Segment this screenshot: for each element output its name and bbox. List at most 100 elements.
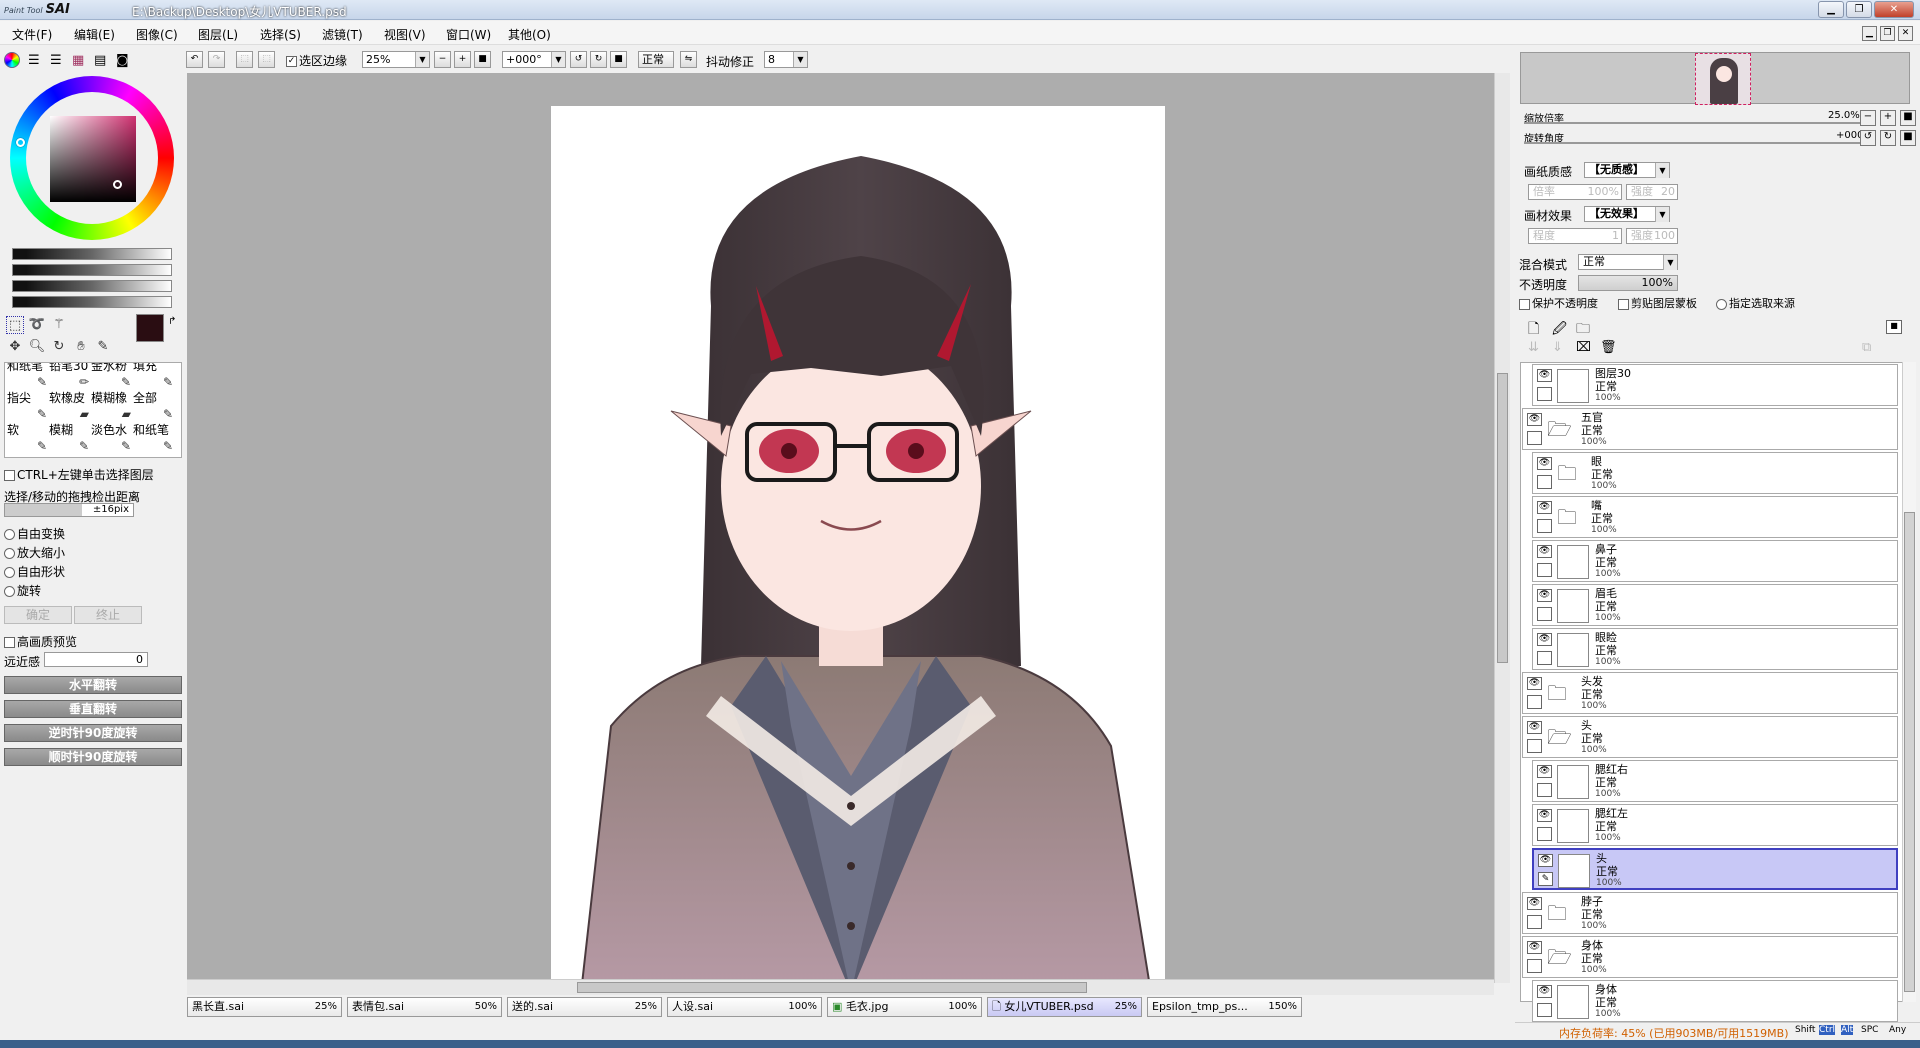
foreground-color-swatch[interactable]: [136, 314, 164, 342]
canvas-artwork[interactable]: [551, 106, 1165, 993]
nav-rotate-right-icon[interactable]: ↻: [1880, 130, 1896, 146]
hsv-slider-tab-icon[interactable]: ☰: [50, 53, 62, 68]
layer-scroll-thumb[interactable]: [1904, 512, 1915, 992]
invert-select-icon[interactable]: ⬚: [258, 51, 275, 68]
eye-icon[interactable]: 👁︎: [1537, 633, 1552, 646]
selection-source-option[interactable]: 指定选取来源: [1716, 295, 1795, 311]
ctrl-click-option[interactable]: CTRL+左键单击选择图层: [4, 466, 154, 483]
nav-rotate-slider[interactable]: [1524, 142, 1860, 144]
material-effect-select[interactable]: 【无效果】 ▼: [1584, 206, 1670, 222]
clipping-mask-option[interactable]: 剪贴图层蒙板: [1618, 295, 1697, 311]
color-palette-tab-icon[interactable]: ◙: [116, 53, 129, 68]
zoom-icon[interactable]: 🔍︎: [28, 338, 46, 356]
redo-icon[interactable]: ↷: [208, 51, 225, 68]
angle-select[interactable]: +000° ▼: [502, 51, 566, 68]
merge-down-icon[interactable]: ⇓: [1552, 340, 1563, 355]
flip-vertical-button[interactable]: 垂直翻转: [4, 700, 182, 718]
drag-distance-slider[interactable]: ±16pix: [4, 503, 134, 517]
swap-colors-icon[interactable]: ↱: [168, 316, 176, 327]
brush-slot[interactable]: 金水粉 ✎: [91, 363, 135, 389]
zoom-out-icon[interactable]: −: [434, 51, 451, 68]
hand-icon[interactable]: ✋︎: [72, 338, 90, 356]
rgb-slider-tab-icon[interactable]: ☰: [28, 53, 40, 68]
brush-slot[interactable]: 软橡皮 ▰: [49, 391, 93, 421]
layer-lock-checkbox[interactable]: [1527, 695, 1542, 709]
brush-slot[interactable]: 铅笔30 ✏: [49, 363, 93, 389]
eye-icon[interactable]: 👁︎: [1527, 413, 1542, 426]
layer-row[interactable]: 👁︎ 图层30 正常 100%: [1532, 364, 1898, 406]
opacity-slider[interactable]: 100%: [1578, 275, 1678, 291]
layer-folder-row[interactable]: 👁︎ 🗀︎ 眼正常 100%: [1532, 452, 1898, 494]
cancel-button[interactable]: 终止: [74, 606, 142, 624]
layer-lock-checkbox[interactable]: [1537, 783, 1552, 797]
layer-panel-menu-icon[interactable]: ■: [1886, 320, 1902, 334]
perspective-slider[interactable]: 0: [44, 652, 148, 667]
rotate-ccw-button[interactable]: 逆时针90度旋转: [4, 724, 182, 742]
horizontal-scroll-thumb[interactable]: [577, 982, 1087, 993]
file-tab-active[interactable]: 🗋︎ 女儿VTUBER.psd 25%: [987, 997, 1142, 1017]
rect-select-icon[interactable]: ⬚: [6, 316, 24, 334]
maximize-button[interactable]: ❐: [1846, 1, 1872, 18]
file-tab[interactable]: 表情包.sai 50%: [347, 997, 502, 1017]
rotate-reset-icon[interactable]: ■: [610, 51, 627, 68]
layer-lock-checkbox[interactable]: [1537, 519, 1552, 533]
canvas-horizontal-scrollbar[interactable]: [187, 979, 1494, 995]
hq-preview-option[interactable]: 高画质预览: [4, 633, 77, 650]
layer-row[interactable]: 👁︎ 腮红右 正常 100%: [1532, 760, 1898, 802]
mode-free-transform[interactable]: 自由变换: [4, 525, 65, 542]
color-wheel-tab-icon[interactable]: [4, 52, 20, 68]
layer-lock-checkbox[interactable]: [1527, 915, 1542, 929]
navigator-viewport-frame[interactable]: [1695, 53, 1751, 105]
layer-lock-checkbox[interactable]: [1537, 563, 1552, 577]
rotate-cw-button[interactable]: 顺时针90度旋转: [4, 748, 182, 766]
layer-lock-checkbox[interactable]: [1527, 431, 1542, 445]
transfer-down-icon[interactable]: ⇊: [1528, 340, 1539, 355]
brush-slot[interactable]: 和纸笔 ✎: [133, 423, 177, 453]
color-slider-4[interactable]: [12, 296, 172, 308]
layer-folder-row[interactable]: 👁︎ 🗀︎ 脖子 正常 100%: [1522, 892, 1898, 934]
blend-mode-select[interactable]: 正常 ▼: [1578, 254, 1678, 270]
layer-property-icon[interactable]: ⧉: [1862, 340, 1871, 355]
swatch-tab-icon[interactable]: ▦: [72, 53, 84, 68]
nav-zoom-in-icon[interactable]: +: [1880, 110, 1896, 126]
eye-icon[interactable]: 👁︎: [1537, 589, 1552, 602]
brush-slot[interactable]: 淡色水 ✎: [91, 423, 135, 453]
brush-slot[interactable]: 软 ✎: [7, 423, 51, 453]
stabilizer-select[interactable]: 8 ▼: [764, 51, 808, 68]
paper-scale-field[interactable]: 倍率 100%: [1528, 184, 1622, 200]
mdi-minimize-icon[interactable]: ▁: [1862, 26, 1877, 41]
brush-slot[interactable]: 填充 ✎: [133, 363, 177, 389]
delete-layer-icon[interactable]: 🗑︎: [1600, 340, 1617, 355]
layer-lock-checkbox[interactable]: [1537, 651, 1552, 665]
canvas-viewport[interactable]: [187, 73, 1507, 993]
mode-scale[interactable]: 放大缩小: [4, 544, 65, 561]
layer-lock-checkbox[interactable]: [1537, 1003, 1552, 1017]
new-linework-layer-icon[interactable]: 🖉︎: [1552, 318, 1567, 342]
menu-image[interactable]: 图像(C): [136, 26, 178, 43]
layer-lock-checkbox[interactable]: [1537, 387, 1552, 401]
eye-icon[interactable]: 👁︎: [1537, 985, 1552, 998]
layer-row[interactable]: 👁︎ 鼻子 正常 100%: [1532, 540, 1898, 582]
new-layer-icon[interactable]: 🗋︎: [1528, 318, 1539, 342]
zoom-in-icon[interactable]: +: [454, 51, 471, 68]
zoom-select[interactable]: 25% ▼: [362, 51, 430, 68]
file-tab[interactable]: 人设.sai 100%: [667, 997, 822, 1017]
nav-rotate-left-icon[interactable]: ↺: [1860, 130, 1876, 146]
file-tab[interactable]: Epsilon_tmp_ps... 150%: [1147, 997, 1302, 1017]
minimize-button[interactable]: ▁: [1818, 1, 1844, 18]
layer-folder-row[interactable]: 👁︎ 🗀︎ 嘴正常 100%: [1532, 496, 1898, 538]
canvas-vertical-scrollbar[interactable]: [1494, 73, 1510, 983]
scratchpad-tab-icon[interactable]: ▤: [94, 53, 106, 68]
nav-zoom-reset-icon[interactable]: ■: [1900, 110, 1916, 126]
eye-icon[interactable]: 👁︎: [1537, 369, 1552, 382]
layer-lock-checkbox[interactable]: [1527, 739, 1542, 753]
layer-lock-checkbox[interactable]: [1537, 607, 1552, 621]
layer-lock-checkbox[interactable]: [1527, 959, 1542, 973]
navigator-preview[interactable]: [1520, 52, 1910, 105]
effect-strength-field[interactable]: 强度 100: [1626, 228, 1678, 244]
eye-icon[interactable]: 👁︎: [1527, 941, 1542, 954]
confirm-button[interactable]: 确定: [4, 606, 72, 624]
menu-other[interactable]: 其他(O): [508, 26, 551, 43]
mdi-restore-icon[interactable]: ❐: [1880, 26, 1895, 41]
flip-view-icon[interactable]: ⇋: [680, 51, 697, 68]
